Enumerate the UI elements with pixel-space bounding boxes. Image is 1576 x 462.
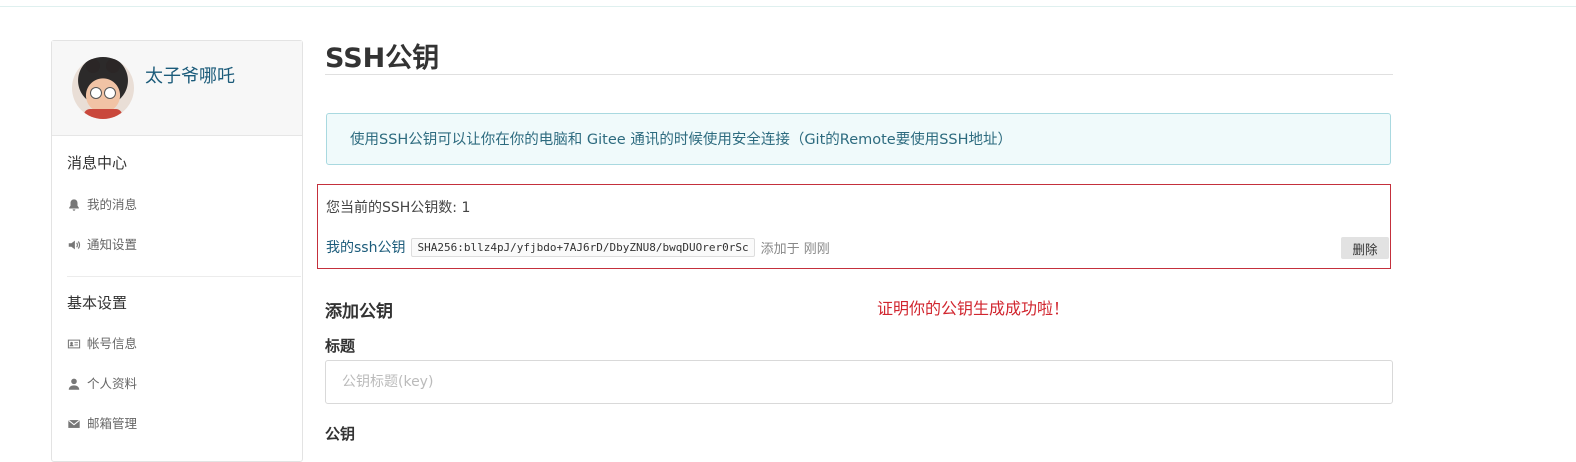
key-title-input[interactable] [325, 360, 1393, 404]
ssh-key-row: 我的ssh公钥 SHA256:bllz4pJ/yfjbdo+7AJ6rD/Dby… [326, 237, 830, 257]
page-title: SSH公钥 [325, 43, 440, 74]
user-name-link[interactable]: 太子爷哪吒 [145, 62, 235, 88]
sidebar-item-my-messages[interactable]: 我的消息 [67, 195, 137, 215]
sidebar-item-notification-settings[interactable]: 通知设置 [67, 235, 137, 255]
sidebar-item-email-management[interactable]: 邮箱管理 [67, 414, 137, 434]
envelope-icon [68, 419, 80, 428]
bell-icon [69, 199, 79, 211]
speaker-icon [68, 240, 81, 250]
section-title-basic-settings: 基本设置 [67, 294, 128, 312]
sidebar-item-label: 通知设置 [87, 237, 138, 252]
add-key-heading: 添加公钥 [325, 302, 393, 322]
avatar[interactable] [72, 57, 134, 119]
title-divider [325, 74, 1393, 75]
sidebar-item-label: 个人资料 [87, 376, 138, 391]
ssh-key-fingerprint: SHA256:bllz4pJ/yfjbdo+7AJ6rD/DbyZNU8/bwq… [411, 237, 755, 257]
id-card-icon [67, 339, 81, 349]
sidebar-item-profile[interactable]: 个人资料 [67, 374, 137, 394]
sidebar-item-account-info[interactable]: 帐号信息 [67, 334, 137, 354]
public-key-field-label: 公钥 [325, 425, 356, 443]
ssh-key-name-link[interactable]: 我的ssh公钥 [326, 237, 405, 257]
key-count: 您当前的SSH公钥数: 1 [326, 200, 471, 216]
sidebar-item-label: 邮箱管理 [87, 416, 138, 431]
key-added-time: 添加于 刚刚 [760, 241, 830, 257]
info-alert: 使用SSH公钥可以让你在你的电脑和 Gitee 通讯的时候使用安全连接（Git的… [326, 113, 1391, 165]
sidebar-item-label: 我的消息 [87, 197, 138, 212]
profile-card: 太子爷哪吒 [52, 41, 302, 136]
delete-key-button[interactable]: 删除 [1341, 237, 1389, 259]
sidebar-item-label: 帐号信息 [87, 336, 138, 351]
section-title-message-center: 消息中心 [67, 154, 128, 172]
sidebar-divider [67, 276, 301, 277]
success-note: 证明你的公钥生成成功啦！ [877, 299, 1070, 318]
title-field-label: 标题 [325, 337, 356, 355]
main-content: SSH公钥 使用SSH公钥可以让你在你的电脑和 Gitee 通讯的时候使用安全连… [317, 0, 1395, 448]
settings-sidebar: 太子爷哪吒 消息中心 我的消息 通知设置 基本设置 帐号信息 个人资料 邮箱管理 [51, 40, 303, 462]
ssh-key-panel: 您当前的SSH公钥数: 1 我的ssh公钥 SHA256:bllz4pJ/yfj… [317, 184, 1391, 269]
user-icon [68, 378, 80, 390]
